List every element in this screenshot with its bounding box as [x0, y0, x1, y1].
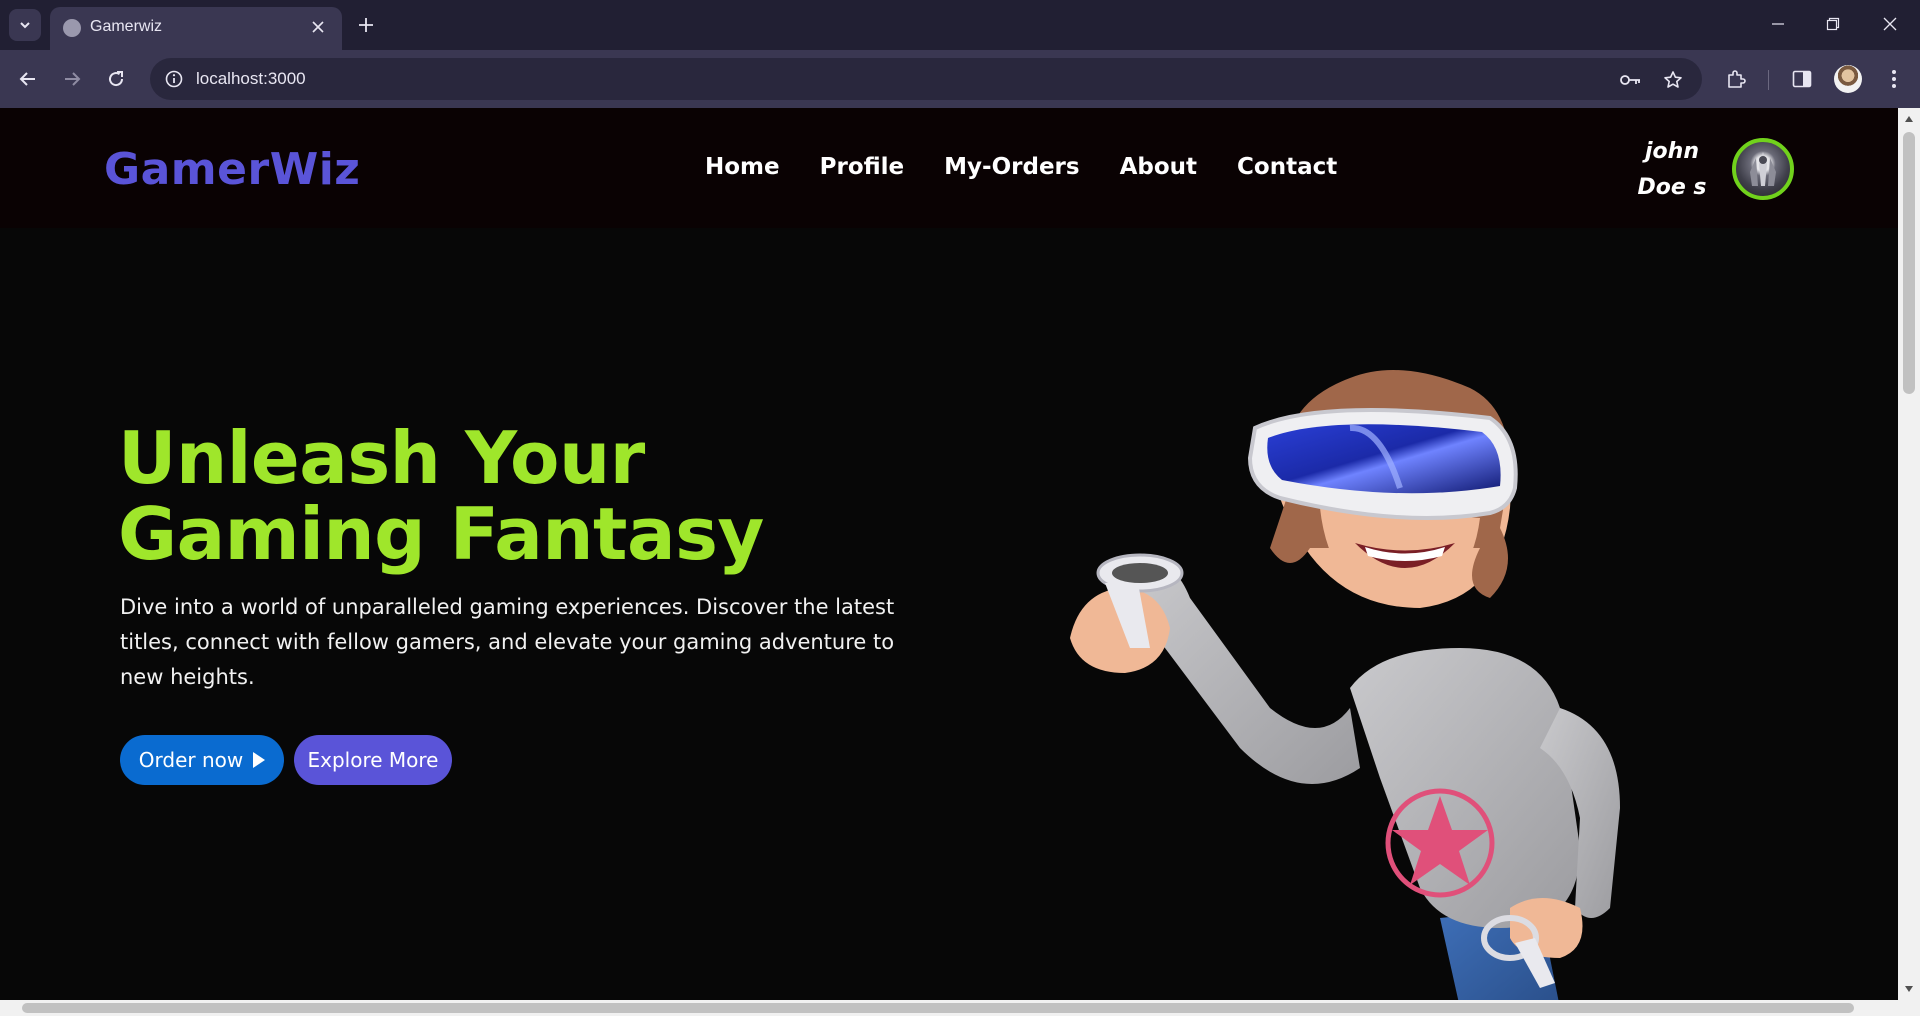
site-header: GamerWiz Home Profile My-Orders About Co… [0, 108, 1898, 228]
side-panel-button[interactable] [1786, 63, 1818, 95]
reload-button[interactable] [100, 63, 132, 95]
url-text: localhost:3000 [196, 69, 306, 88]
tab-close-button[interactable] [306, 15, 330, 39]
password-key-icon[interactable] [1618, 67, 1644, 93]
explore-more-label: Explore More [307, 748, 439, 772]
user-name: john Doe s [1620, 134, 1724, 206]
hero-title: Unleash Your Gaming Fantasy [118, 416, 764, 576]
vr-gamer-illustration [1070, 370, 1620, 1000]
minimize-button[interactable] [1760, 8, 1796, 40]
avatar-image [1750, 152, 1776, 186]
minimize-icon [1772, 23, 1784, 25]
main-nav: Home Profile My-Orders About Contact [705, 154, 1337, 180]
globe-icon [63, 19, 81, 37]
arrow-left-icon [19, 72, 35, 86]
restore-button[interactable] [1815, 8, 1851, 40]
more-vertical-icon [1892, 70, 1896, 88]
nav-home[interactable]: Home [705, 154, 780, 180]
scroll-down-arrow[interactable] [1898, 980, 1920, 998]
forward-button[interactable] [56, 63, 88, 95]
chevron-down-icon [20, 22, 30, 29]
vertical-scrollbar[interactable] [1898, 108, 1920, 1000]
browser-tab[interactable]: Gamerwiz [50, 7, 342, 50]
puzzle-icon [1728, 70, 1746, 88]
site-info-icon[interactable] [162, 67, 186, 91]
play-icon [253, 752, 266, 768]
page-viewport: GamerWiz Home Profile My-Orders About Co… [0, 108, 1898, 1000]
nav-about[interactable]: About [1120, 154, 1197, 180]
vertical-scroll-thumb[interactable] [1903, 132, 1915, 394]
order-now-button[interactable]: Order now [120, 735, 284, 785]
explore-more-button[interactable]: Explore More [294, 735, 452, 785]
scroll-up-arrow[interactable] [1898, 110, 1920, 128]
arrow-right-icon [65, 72, 81, 86]
user-first-name: john [1645, 139, 1699, 164]
bookmark-star-icon[interactable] [1660, 67, 1686, 93]
close-icon [1883, 17, 1897, 31]
horizontal-scroll-thumb[interactable] [22, 1003, 1854, 1013]
nav-my-orders[interactable]: My-Orders [944, 154, 1079, 180]
user-avatar[interactable] [1732, 138, 1794, 200]
reload-icon [109, 71, 124, 87]
new-tab-button[interactable] [352, 11, 380, 39]
toolbar-divider [1768, 70, 1769, 90]
close-window-button[interactable] [1872, 8, 1908, 40]
nav-contact[interactable]: Contact [1237, 154, 1337, 180]
triangle-up-icon [1905, 116, 1913, 122]
extensions-button[interactable] [1720, 63, 1752, 95]
user-last-name: Doe s [1637, 175, 1707, 200]
tab-search-button[interactable] [9, 9, 41, 41]
browser-toolbar: localhost:3000 [0, 50, 1920, 108]
restore-icon [1826, 17, 1840, 31]
side-panel-icon [1792, 70, 1812, 88]
triangle-down-icon [1905, 986, 1913, 992]
back-button[interactable] [12, 63, 44, 95]
browser-tab-strip: Gamerwiz [0, 0, 1920, 50]
tab-title: Gamerwiz [90, 18, 163, 35]
browser-profile-avatar[interactable] [1834, 65, 1862, 93]
order-now-label: Order now [138, 748, 244, 772]
hero-description: Dive into a world of unparalleled gaming… [120, 595, 895, 689]
close-icon [312, 21, 324, 33]
address-bar[interactable]: localhost:3000 [150, 58, 1702, 100]
nav-profile[interactable]: Profile [820, 154, 905, 180]
horizontal-scrollbar[interactable] [0, 1000, 1920, 1016]
brand-logo[interactable]: GamerWiz [104, 144, 360, 195]
browser-menu-button[interactable] [1878, 63, 1910, 95]
plus-icon [359, 18, 373, 32]
